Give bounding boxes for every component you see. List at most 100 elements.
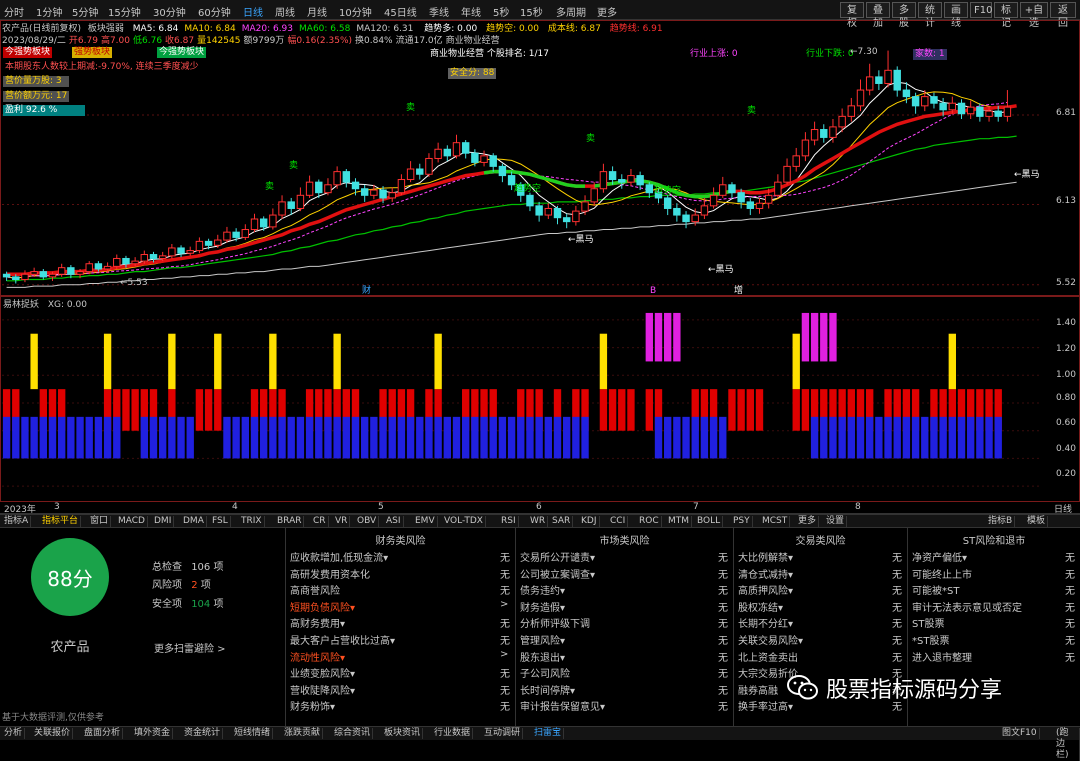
risk-item[interactable]: 融券高融 [738,682,778,697]
risk-item[interactable]: 可能被*ST [912,582,959,597]
risk-item[interactable]: 审计无法表示意见或否定 [912,599,1022,614]
risk-item[interactable]: 应收款增加,低现金流▾ [290,549,388,564]
bottom-right-tab-1[interactable]: (跑边栏) [1054,728,1080,761]
toolbar-button-4[interactable]: 画线 [944,2,968,29]
risk-item[interactable]: 高财务费用▾ [290,615,345,630]
risk-item[interactable]: 分析师评级下调 [520,615,590,630]
risk-item[interactable]: 关联交易风险▾ [738,632,803,647]
risk-item[interactable]: 交易所公开谴责▾ [520,549,595,564]
indicator-tab-1[interactable]: 指标平台 [40,516,82,527]
risk-item[interactable]: 换手率过高▾ [738,698,793,713]
bottom-tab-1[interactable]: 关联报价 [32,728,74,739]
risk-item[interactable]: 子公司风险 [520,665,570,680]
bottom-tab-10[interactable]: 互动调研 [482,728,524,739]
bottom-tab-6[interactable]: 涨跌贡献 [282,728,324,739]
period-13[interactable]: 5秒 [493,4,509,19]
toolbar-button-8[interactable]: 返回 [1050,2,1076,29]
indicator-tab-11[interactable]: OBV [355,516,380,527]
indicator-tab-20[interactable]: ROC [637,516,662,527]
indicator-tab-0[interactable]: 指标A [2,516,32,527]
indicator-tab-25[interactable]: 更多 [796,516,820,527]
period-9[interactable]: 10分钟 [339,4,372,19]
indicator-tab-2[interactable]: 窗口 [88,516,112,527]
period-7[interactable]: 周线 [275,4,295,19]
indicator-tab-23[interactable]: PSY [731,516,753,527]
bottom-tab-7[interactable]: 综合资讯 [332,728,374,739]
indicator-tab-7[interactable]: TRIX [239,516,265,527]
bottom-tab-11[interactable]: 扫雷宝 [532,728,565,739]
bottom-right-tab-0[interactable]: 图文F10 [1000,728,1040,739]
toolbar-button-2[interactable]: 多股 [892,2,916,29]
period-16[interactable]: 更多 [597,4,617,19]
risk-item[interactable]: 股东退出▾ [520,649,565,664]
toolbar-button-0[interactable]: 复权 [840,2,864,29]
risk-item[interactable]: 最大客户占营收比过高▾ [290,632,395,647]
risk-item[interactable]: 审计报告保留意见▾ [520,698,605,713]
toolbar-button-7[interactable]: +自选 [1020,2,1048,29]
indicator-tab-12[interactable]: ASI [384,516,404,527]
period-3[interactable]: 15分钟 [108,4,141,19]
risk-item[interactable]: 财务造假▾ [520,599,565,614]
period-8[interactable]: 月线 [307,4,327,19]
risk-item[interactable]: 可能终止上市 [912,566,972,581]
indicator-tab-16[interactable]: WR [528,516,549,527]
toolbar-button-6[interactable]: 标记 [994,2,1018,29]
indicator-tab-21[interactable]: MTM [666,516,693,527]
indicator-name[interactable]: 板块强弱 [88,24,124,33]
risk-item[interactable]: 净资产偏低▾ [912,549,967,564]
toolbar-button-3[interactable]: 统计 [918,2,942,29]
bottom-tab-9[interactable]: 行业数据 [432,728,474,739]
indicator-tab-15[interactable]: RSI [499,516,519,527]
risk-item[interactable]: *ST股票 [912,632,949,647]
bottom-tab-8[interactable]: 板块资讯 [382,728,424,739]
period-6[interactable]: 日线 [243,4,263,19]
indicator-tab-22[interactable]: BOLL [695,516,724,527]
indicator-tab-4[interactable]: DMI [152,516,175,527]
bottom-tab-5[interactable]: 短线情绪 [232,728,274,739]
more-scan-link[interactable]: 更多扫雷避险 > [154,640,226,655]
risk-item[interactable]: ST股票 [912,615,944,630]
indicator-tab-19[interactable]: CCI [608,516,629,527]
indicator-tab-26[interactable]: 设置 [824,516,848,527]
risk-item[interactable]: 北上资金卖出 [738,649,798,664]
indicator-tab-8[interactable]: BRAR [275,516,305,527]
risk-item[interactable]: 业绩变脸风险▾ [290,665,355,680]
period-0[interactable]: 分时 [4,4,24,19]
risk-item[interactable]: 股权冻结▾ [738,599,783,614]
indicator-tab-13[interactable]: EMV [413,516,438,527]
bottom-tab-0[interactable]: 分析 [2,728,26,739]
period-4[interactable]: 30分钟 [153,4,186,19]
period-15[interactable]: 多周期 [556,4,586,19]
indicator-tab-18[interactable]: KDJ [579,516,600,527]
risk-item[interactable]: 营收陡降风险▾ [290,682,355,697]
risk-item[interactable]: 高质押风险▾ [738,582,793,597]
risk-item[interactable]: 长时间停牌▾ [520,682,575,697]
template-tab-0[interactable]: 指标B [986,516,1016,527]
indicator-tab-3[interactable]: MACD [116,516,148,527]
period-5[interactable]: 60分钟 [198,4,231,19]
stock-name-label[interactable]: 农产品(日线前复权) [2,24,81,33]
risk-item[interactable]: 流动性风险▾ [290,649,345,664]
indicator-tab-9[interactable]: CR [311,516,329,527]
risk-item[interactable]: 进入退市整理 [912,649,972,664]
period-10[interactable]: 45日线 [384,4,417,19]
bottom-tab-3[interactable]: 填外资金 [132,728,174,739]
indicator-tab-6[interactable]: FSL [210,516,231,527]
risk-item[interactable]: 长期不分红▾ [738,615,793,630]
indicator-tab-10[interactable]: VR [333,516,351,527]
risk-item[interactable]: 财务粉饰▾ [290,698,335,713]
risk-item[interactable]: 管理风险▾ [520,632,565,647]
toolbar-button-5[interactable]: F10 [970,2,992,18]
period-2[interactable]: 5分钟 [72,4,98,19]
indicator-tab-24[interactable]: MCST [760,516,791,527]
indicator-tab-14[interactable]: VOL-TDX [442,516,486,527]
risk-item[interactable]: 公司被立案调查▾ [520,566,595,581]
risk-item[interactable]: 高研发费用资本化 [290,566,370,581]
bottom-tab-2[interactable]: 盘面分析 [82,728,124,739]
period-1[interactable]: 1分钟 [36,4,62,19]
indicator-tab-5[interactable]: DMA [181,516,207,527]
risk-item[interactable]: 债务违约▾ [520,582,565,597]
risk-item[interactable]: 清仓式减持▾ [738,566,793,581]
template-tab-1[interactable]: 模板 [1025,516,1049,527]
risk-item[interactable]: 大比例解禁▾ [738,549,793,564]
